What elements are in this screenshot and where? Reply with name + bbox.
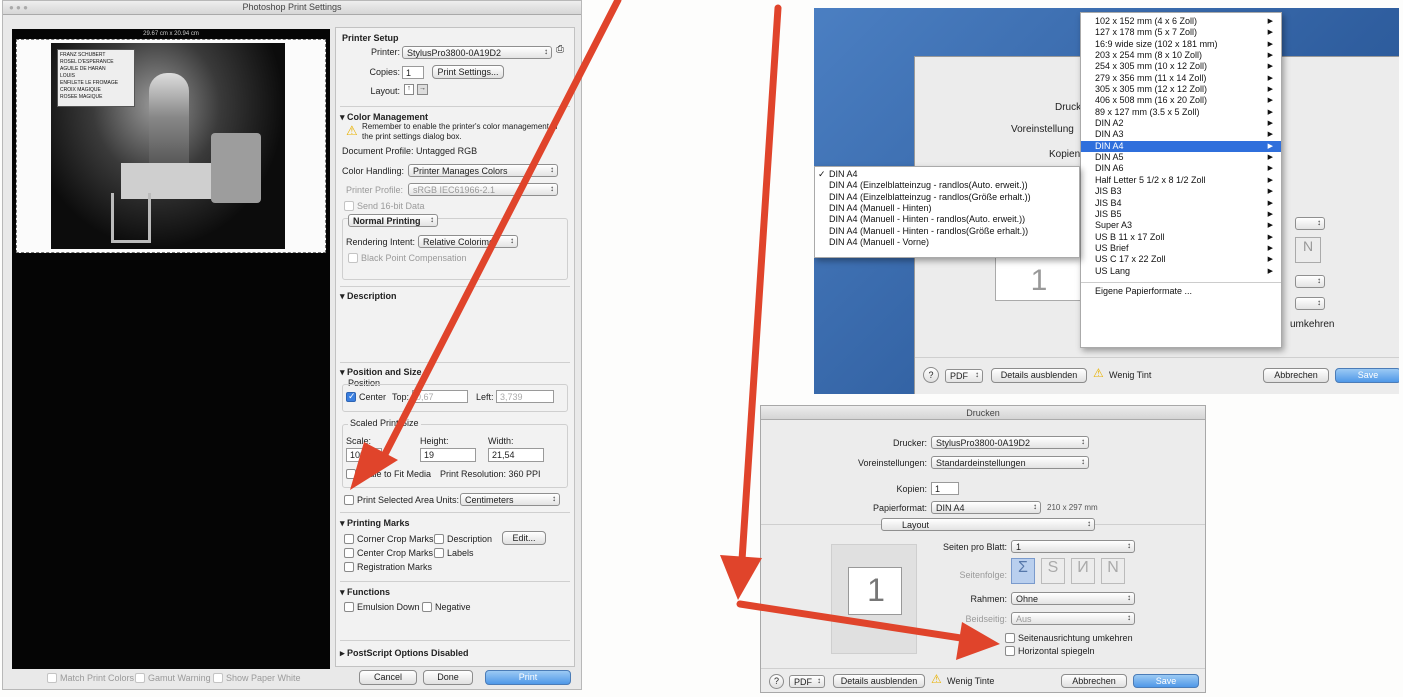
arrow-right-horizontal-shaft [736, 600, 978, 644]
arrow-right-vertical-shaft [738, 4, 782, 564]
arrow-right-horizontal-head [956, 622, 1000, 660]
arrow-right-vertical-head [720, 555, 762, 600]
annotation-arrows [350, 0, 1000, 660]
arrow-left-shaft [378, 0, 622, 464]
